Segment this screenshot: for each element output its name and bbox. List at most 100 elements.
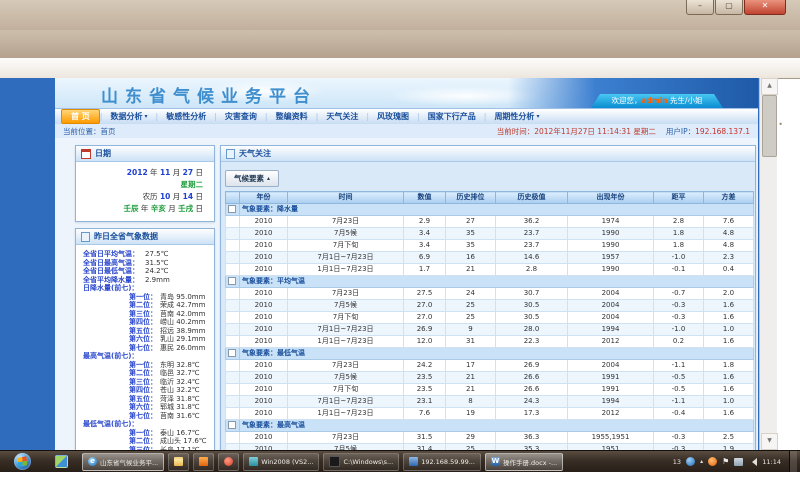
rank-label: 第七位： bbox=[129, 412, 157, 421]
climate-element-filter-button[interactable]: 气候要素 ▴ bbox=[225, 170, 279, 187]
table-row[interactable]: 20107月1日~7月23日6.91614.61957-1.02.3 bbox=[226, 252, 754, 264]
table-row[interactable]: 20101月1日~7月23日7.61917.32012-0.41.6 bbox=[226, 408, 754, 420]
date-segment: 27 bbox=[183, 168, 193, 177]
table-row[interactable]: 20107月下旬3.43523.719901.84.8 bbox=[226, 240, 754, 252]
table-row[interactable]: 20107月5候27.02530.52004-0.31.6 bbox=[226, 300, 754, 312]
rank-value: 莒南 31.6℃ bbox=[160, 412, 200, 421]
cell: 1990 bbox=[568, 240, 654, 252]
vertical-scrollbar[interactable]: ▲ ▼ bbox=[759, 78, 777, 450]
minimize-button[interactable]: – bbox=[686, 0, 714, 15]
group-checkbox[interactable] bbox=[228, 277, 236, 285]
tray-clock[interactable]: 11:14 bbox=[762, 458, 781, 466]
menu-item-8[interactable]: 周期性分析▾ bbox=[486, 110, 547, 123]
taskbar-button[interactable]: e山东省气候业务平... bbox=[82, 453, 164, 471]
action-center-flag-icon[interactable]: ⚑ bbox=[722, 457, 729, 466]
column-header[interactable]: 距平 bbox=[654, 192, 704, 204]
cell: 23.7 bbox=[496, 228, 568, 240]
scrollbar-thumb[interactable] bbox=[762, 95, 777, 157]
menu-item-label: 灾害查询 bbox=[225, 111, 257, 122]
speaker-icon[interactable] bbox=[748, 458, 757, 466]
group-checkbox[interactable] bbox=[228, 205, 236, 213]
pinned-app-icon[interactable] bbox=[55, 455, 68, 468]
show-desktop-button[interactable] bbox=[789, 451, 797, 472]
cell: 2010 bbox=[240, 252, 288, 264]
rank-label: 第三位： bbox=[129, 378, 157, 387]
cell: 2004 bbox=[568, 360, 654, 372]
tray-messenger-icon[interactable] bbox=[686, 457, 695, 466]
column-header[interactable]: 时间 bbox=[288, 192, 404, 204]
table-row[interactable]: 20107月23日24.21726.92004-1.11.8 bbox=[226, 360, 754, 372]
start-button[interactable] bbox=[14, 453, 31, 470]
cell: 1.0 bbox=[704, 396, 754, 408]
element-group-row[interactable]: 气象要素：平均气温 bbox=[226, 276, 754, 288]
table-row[interactable]: 20101月1日~7月23日12.03122.320120.21.6 bbox=[226, 336, 754, 348]
taskbar-button[interactable] bbox=[168, 453, 189, 471]
table-row[interactable]: 20107月5候3.43523.719901.84.8 bbox=[226, 228, 754, 240]
column-header[interactable]: 年份 bbox=[240, 192, 288, 204]
taskbar-button[interactable]: 192.168.59.99... bbox=[403, 453, 481, 471]
table-row[interactable]: 20107月5候23.52126.61991-0.51.6 bbox=[226, 372, 754, 384]
cmd-icon bbox=[329, 456, 340, 467]
date-segment: 星期二 bbox=[181, 180, 204, 189]
date-segment: 日 bbox=[193, 168, 203, 177]
tray-expand-icon[interactable]: ▴ bbox=[700, 458, 703, 465]
table-row[interactable]: 20107月1日~7月23日26.9928.01994-1.01.0 bbox=[226, 324, 754, 336]
breadcrumb: 当前位置：首页 bbox=[63, 126, 116, 137]
table-row[interactable]: 20107月23日31.52936.31955,1951-0.32.5 bbox=[226, 432, 754, 444]
table-row[interactable]: 20107月1日~7月23日23.1824.31994-1.11.0 bbox=[226, 396, 754, 408]
scroll-up-icon[interactable]: ▲ bbox=[761, 78, 778, 95]
taskbar-button[interactable] bbox=[193, 453, 214, 471]
cell: 21 bbox=[446, 264, 496, 276]
weather-stat: 全省日平均气温：27.5℃ bbox=[83, 250, 211, 259]
cell: 7月1日~7月23日 bbox=[288, 396, 404, 408]
cell: 31.5 bbox=[404, 432, 446, 444]
tray-fox-icon[interactable] bbox=[708, 457, 717, 466]
cell: 7月下旬 bbox=[288, 312, 404, 324]
column-header[interactable]: 方差 bbox=[704, 192, 754, 204]
group-checkbox[interactable] bbox=[228, 349, 236, 357]
cell: 1.6 bbox=[704, 312, 754, 324]
menu-item-6[interactable]: 风玫瑰图 bbox=[369, 110, 417, 123]
menu-item-4[interactable]: 整编资料 bbox=[268, 110, 316, 123]
menu-item-2[interactable]: 敏感性分析 bbox=[158, 110, 214, 123]
column-header[interactable]: 数值 bbox=[404, 192, 446, 204]
element-group-row[interactable]: 气象要素：最低气温 bbox=[226, 348, 754, 360]
taskbar-button[interactable]: W操作手册.docx -... bbox=[485, 453, 563, 471]
column-header[interactable]: 历史排位 bbox=[446, 192, 496, 204]
network-icon[interactable] bbox=[734, 458, 743, 466]
column-header[interactable]: 历史极值 bbox=[496, 192, 568, 204]
maximize-button[interactable]: ▢ bbox=[715, 0, 743, 15]
taskbar-button[interactable] bbox=[218, 453, 239, 471]
table-row[interactable]: 20101月1日~7月23日1.7212.81990-0.10.4 bbox=[226, 264, 754, 276]
table-row[interactable]: 20107月下旬27.02530.52004-0.31.6 bbox=[226, 312, 754, 324]
page-viewport: 山东省气候业务平台 欢迎您，admin 先生/小姐 首 页|数据分析▾|敏感性分… bbox=[0, 78, 776, 450]
cell: 14.6 bbox=[496, 252, 568, 264]
cell: 1994 bbox=[568, 324, 654, 336]
scroll-down-icon[interactable]: ▼ bbox=[761, 433, 778, 450]
element-group-row[interactable]: 气象要素：降水量 bbox=[226, 204, 754, 216]
date-panel-title: 日期 bbox=[95, 148, 111, 159]
element-group-row[interactable]: 气象要素：最高气温 bbox=[226, 420, 754, 432]
table-row[interactable]: 20107月23日2.92736.219742.87.6 bbox=[226, 216, 754, 228]
menu-item-3[interactable]: 灾害查询 bbox=[217, 110, 265, 123]
cell: 7月下旬 bbox=[288, 384, 404, 396]
cell: 9 bbox=[446, 324, 496, 336]
group-checkbox[interactable] bbox=[228, 421, 236, 429]
close-button[interactable]: ✕ bbox=[744, 0, 786, 15]
menu-item-5[interactable]: 天气关注 bbox=[318, 110, 366, 123]
table-row[interactable]: 20107月23日27.52430.72004-0.72.0 bbox=[226, 288, 754, 300]
row-select-cell bbox=[226, 432, 240, 444]
menu-item-1[interactable]: 数据分析▾ bbox=[103, 110, 156, 123]
menu-item-0[interactable]: 首 页 bbox=[61, 109, 100, 124]
taskbar-button[interactable]: C:\Windows\s... bbox=[323, 453, 399, 471]
triangle-up-icon: ▴ bbox=[267, 175, 270, 182]
cell: 29 bbox=[446, 432, 496, 444]
menu-item-7[interactable]: 国家下行产品 bbox=[420, 110, 484, 123]
rank-item: 第六位：乳山 29.1mm bbox=[83, 335, 211, 344]
cell: 1990 bbox=[568, 228, 654, 240]
tray-lang-indicator[interactable]: 13 bbox=[673, 458, 681, 466]
window-controls: – ▢ ✕ bbox=[685, 0, 786, 15]
taskbar-button[interactable]: Win2008 (VS2... bbox=[243, 453, 319, 471]
table-row[interactable]: 20107月下旬23.52126.61991-0.51.6 bbox=[226, 384, 754, 396]
column-header[interactable]: 出现年份 bbox=[568, 192, 654, 204]
